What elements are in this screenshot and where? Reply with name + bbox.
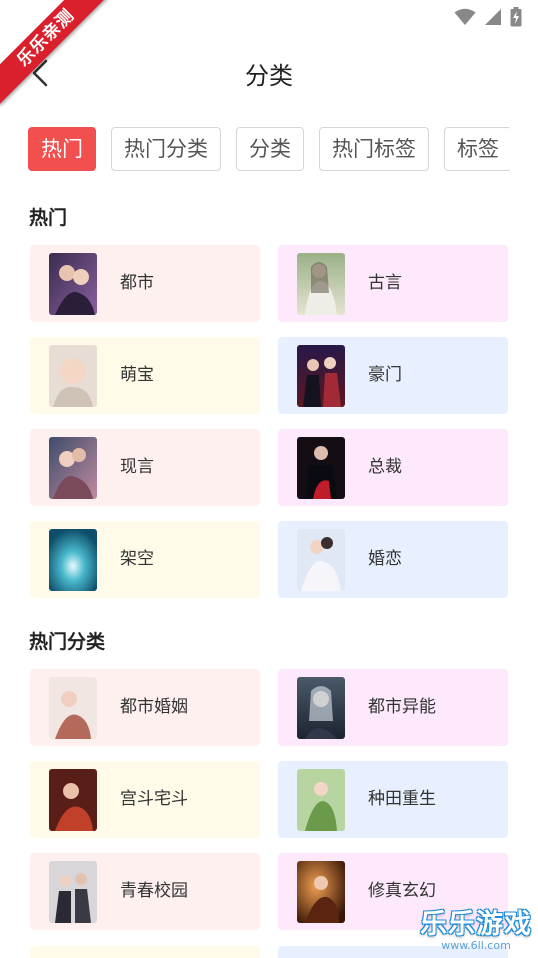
section-title-hot: 热门 xyxy=(29,207,68,229)
tab-hot[interactable]: 热门 xyxy=(28,127,96,171)
status-icons xyxy=(454,7,522,27)
category-label: 古言 xyxy=(368,273,402,293)
cover-image xyxy=(49,529,97,591)
category-card-urban-marriage[interactable]: 都市婚姻 xyxy=(30,669,260,746)
wifi-icon xyxy=(454,8,476,25)
cover-image xyxy=(49,769,97,831)
header: 分类 xyxy=(0,44,538,100)
category-label: 宫斗宅斗 xyxy=(120,789,188,809)
category-label: 都市 xyxy=(120,273,154,293)
category-label: 都市婚姻 xyxy=(120,697,188,717)
section-title-hot-categories: 热门分类 xyxy=(29,631,106,653)
category-label: 豪门 xyxy=(368,365,402,385)
category-card-ceo[interactable]: 总裁 xyxy=(278,429,508,506)
cover-image xyxy=(297,677,345,739)
cover-image xyxy=(49,345,97,407)
category-tabs: 热门 热门分类 分类 热门标签 标签 xyxy=(28,127,510,173)
cover-image xyxy=(297,529,345,591)
site-watermark: 乐乐游戏 www.6ll.com xyxy=(420,902,532,952)
tab-hot-tags[interactable]: 热门标签 xyxy=(319,127,429,171)
cover-image xyxy=(297,437,345,499)
page-title: 分类 xyxy=(245,62,293,90)
cover-image xyxy=(49,253,97,315)
cover-image xyxy=(49,677,97,739)
category-label: 婚恋 xyxy=(368,549,402,569)
cover-image xyxy=(297,861,345,923)
cell-signal-icon xyxy=(485,9,501,25)
tab-hot-categories[interactable]: 热门分类 xyxy=(111,127,221,171)
category-card-cute-baby[interactable]: 萌宝 xyxy=(30,337,260,414)
category-card-youth-campus[interactable]: 青春校园 xyxy=(30,853,260,930)
category-screen: 乐乐亲测 分类 热门 热门分类 分类 热门标签 标签 热门 都市 古言 萌宝 豪… xyxy=(0,0,538,958)
category-label: 种田重生 xyxy=(368,789,436,809)
cover-image xyxy=(297,345,345,407)
cover-image xyxy=(297,769,345,831)
category-card-wealthy-family[interactable]: 豪门 xyxy=(278,337,508,414)
cover-image xyxy=(49,861,97,923)
hot-grid: 都市 古言 萌宝 豪门 现言 总裁 架空 婚恋 xyxy=(30,245,508,598)
category-card-marriage-love[interactable]: 婚恋 xyxy=(278,521,508,598)
watermark-brand: 乐乐游戏 xyxy=(420,909,532,940)
category-card-ancient[interactable]: 古言 xyxy=(278,245,508,322)
category-label: 青春校园 xyxy=(120,881,188,901)
cover-image xyxy=(297,253,345,315)
category-card-palace-intrigue[interactable]: 宫斗宅斗 xyxy=(30,761,260,838)
category-label: 都市异能 xyxy=(368,697,436,717)
cover-image xyxy=(49,437,97,499)
category-label: 萌宝 xyxy=(120,365,154,385)
tab-tags[interactable]: 标签 xyxy=(444,127,510,171)
category-label: 现言 xyxy=(120,457,154,477)
battery-icon xyxy=(510,7,522,27)
category-card-fictional[interactable]: 架空 xyxy=(30,521,260,598)
category-label: 架空 xyxy=(120,549,154,569)
tab-categories[interactable]: 分类 xyxy=(236,127,304,171)
category-card-farming-rebirth[interactable]: 种田重生 xyxy=(278,761,508,838)
category-card-partial[interactable] xyxy=(30,946,260,958)
category-card-modern-romance[interactable]: 现言 xyxy=(30,429,260,506)
category-card-urban-superpower[interactable]: 都市异能 xyxy=(278,669,508,746)
category-label: 总裁 xyxy=(368,457,402,477)
category-card-urban[interactable]: 都市 xyxy=(30,245,260,322)
hot-categories-grid: 都市婚姻 都市异能 宫斗宅斗 种田重生 青春校园 修真玄幻 xyxy=(30,669,508,930)
